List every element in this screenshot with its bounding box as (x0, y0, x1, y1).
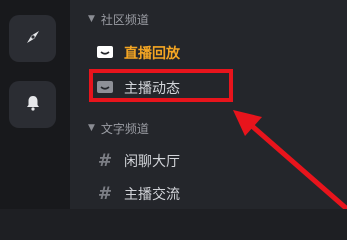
annotation-arrow (233, 110, 347, 209)
